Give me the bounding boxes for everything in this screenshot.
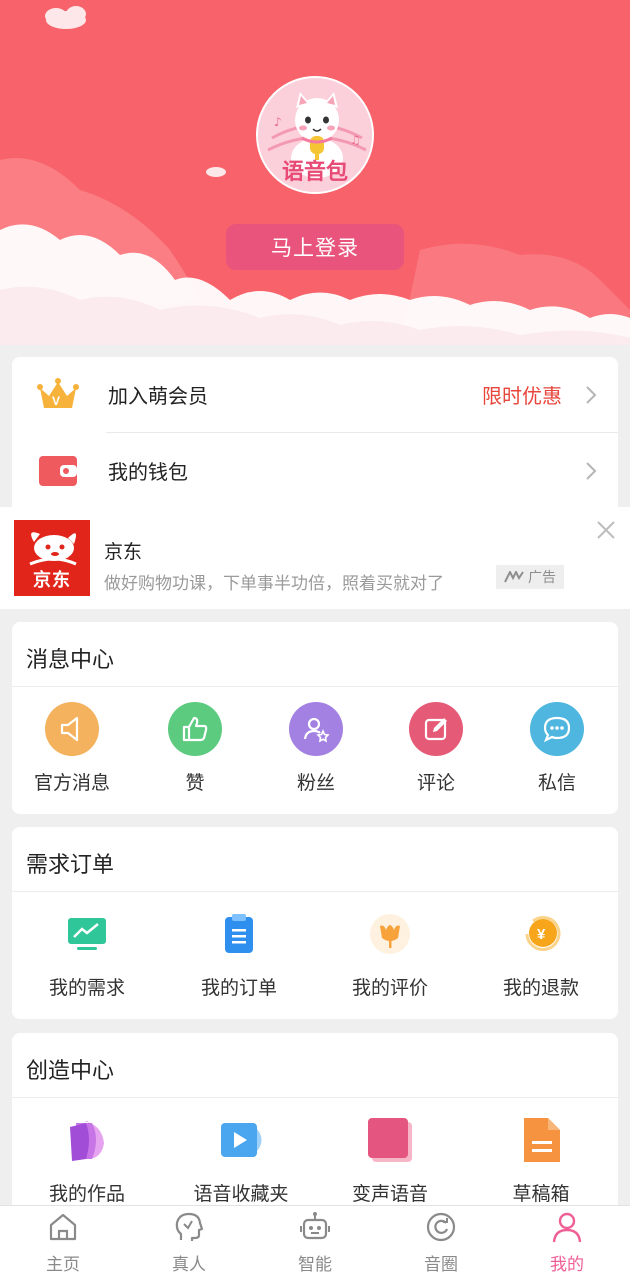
item-label: 评论 — [416, 772, 455, 794]
wallet-label: 我的钱包 — [108, 460, 188, 484]
video-play-icon — [214, 1113, 268, 1167]
bottom-nav: 主页 真人 智能 音圈 我的 — [0, 1205, 630, 1280]
ad-badge: 广告 — [496, 565, 564, 589]
svg-text:♪: ♪ — [274, 115, 282, 129]
ad-description: 做好购物功课，下单事半功倍，照着买就对了 — [104, 574, 444, 594]
my-demand-item[interactable]: 我的需求 — [38, 907, 136, 1000]
promo-label: 限时优惠 — [482, 384, 562, 408]
private-message-item[interactable]: 私信 — [517, 702, 597, 795]
ad-title: 京东 — [104, 541, 143, 563]
megaphone-icon — [45, 702, 99, 756]
nav-item-circle[interactable]: 音圈 — [378, 1206, 504, 1280]
drafts-item[interactable]: 草稿箱 — [492, 1113, 590, 1206]
chevron-right-icon — [586, 461, 597, 480]
nav-item-home[interactable]: 主页 — [0, 1206, 126, 1280]
fans-item[interactable]: 粉丝 — [276, 702, 356, 795]
yuan-coin-icon: ¥ — [514, 907, 568, 961]
item-label: 私信 — [537, 772, 576, 794]
avatar-caption: 语音包 — [281, 160, 348, 185]
chevron-right-icon — [586, 385, 597, 404]
jd-logo: 京东 — [14, 520, 90, 596]
divider — [12, 686, 618, 687]
divider — [12, 1097, 618, 1098]
my-refund-item[interactable]: ¥ 我的退款 — [492, 907, 590, 1000]
member-row[interactable]: V 加入萌会员 限时优惠 — [12, 357, 618, 432]
item-label: 变声语音 — [351, 1183, 428, 1205]
item-label: 赞 — [185, 772, 205, 794]
item-label: 官方消息 — [33, 772, 110, 794]
item-label: 我的退款 — [502, 977, 579, 999]
head-profile-icon — [175, 1212, 204, 1241]
my-works-item[interactable]: 我的作品 — [38, 1113, 136, 1206]
comment-item[interactable]: 评论 — [396, 702, 476, 795]
member-label: 加入萌会员 — [108, 384, 208, 408]
home-icon — [49, 1213, 77, 1241]
avatar[interactable]: ♪ ♫ 语音包 — [256, 76, 374, 194]
nav-label: 我的 — [550, 1255, 584, 1275]
svg-text:V: V — [52, 394, 60, 408]
profile-header: ♪ ♫ 语音包 马上登录 — [0, 0, 630, 345]
item-label: 我的需求 — [48, 977, 125, 999]
official-message-item[interactable]: 官方消息 — [32, 702, 112, 795]
chat-bubble-icon — [530, 702, 584, 756]
thumbs-up-icon — [168, 702, 222, 756]
voice-change-item[interactable]: 变声语音 — [341, 1113, 439, 1206]
person-icon — [552, 1212, 582, 1243]
message-center-card: 消息中心 官方消息 赞 粉丝 评论 私信 — [12, 622, 618, 814]
nav-label: 主页 — [46, 1255, 80, 1275]
like-item[interactable]: 赞 — [155, 702, 235, 795]
my-review-item[interactable]: 我的评价 — [341, 907, 439, 1000]
divider — [12, 891, 618, 892]
account-menu: V 加入萌会员 限时优惠 我的钱包 — [12, 357, 618, 507]
nav-item-smart[interactable]: 智能 — [252, 1206, 378, 1280]
flower-icon — [363, 907, 417, 961]
orders-card: 需求订单 我的需求 我的订单 我的评价 ¥ 我的退款 — [12, 827, 618, 1019]
cards-stack-icon — [363, 1113, 417, 1167]
item-label: 语音收藏夹 — [193, 1183, 289, 1205]
svg-text:♫: ♫ — [350, 133, 361, 147]
works-stack-icon — [60, 1113, 114, 1167]
item-label: 我的作品 — [48, 1183, 125, 1205]
item-label: 草稿箱 — [512, 1183, 570, 1205]
section-title: 需求订单 — [26, 853, 115, 878]
clipboard-icon — [212, 907, 266, 961]
ad-network-icon — [504, 571, 524, 583]
document-icon — [514, 1113, 568, 1167]
wallet-icon — [39, 456, 77, 486]
nav-item-real-person[interactable]: 真人 — [126, 1206, 252, 1280]
item-label: 粉丝 — [296, 772, 335, 794]
circle-refresh-icon — [426, 1212, 456, 1242]
edit-icon — [409, 702, 463, 756]
close-icon[interactable] — [596, 520, 616, 540]
ad-badge-label: 广告 — [528, 570, 556, 586]
nav-label: 智能 — [298, 1255, 332, 1275]
ad-banner[interactable]: 京东 京东 做好购物功课，下单事半功倍，照着买就对了 广告 — [0, 507, 630, 609]
my-order-item[interactable]: 我的订单 — [190, 907, 288, 1000]
jd-logo-text: 京东 — [33, 570, 71, 591]
nav-label: 真人 — [172, 1255, 206, 1275]
voice-favorites-item[interactable]: 语音收藏夹 — [182, 1113, 300, 1206]
item-label: 我的评价 — [351, 977, 428, 999]
section-title: 创造中心 — [26, 1059, 115, 1084]
section-title: 消息中心 — [26, 648, 115, 673]
nav-item-mine[interactable]: 我的 — [504, 1206, 630, 1280]
fans-icon — [289, 702, 343, 756]
login-button[interactable]: 马上登录 — [226, 224, 404, 270]
svg-text:¥: ¥ — [537, 926, 546, 943]
crown-icon: V — [37, 378, 79, 408]
monitor-chart-icon — [60, 907, 114, 961]
item-label: 我的订单 — [200, 977, 277, 999]
nav-label: 音圈 — [424, 1255, 458, 1275]
wallet-row[interactable]: 我的钱包 — [12, 433, 618, 508]
robot-icon — [300, 1212, 330, 1240]
creation-card: 创造中心 我的作品 语音收藏夹 变声语音 草稿箱 — [12, 1033, 618, 1213]
